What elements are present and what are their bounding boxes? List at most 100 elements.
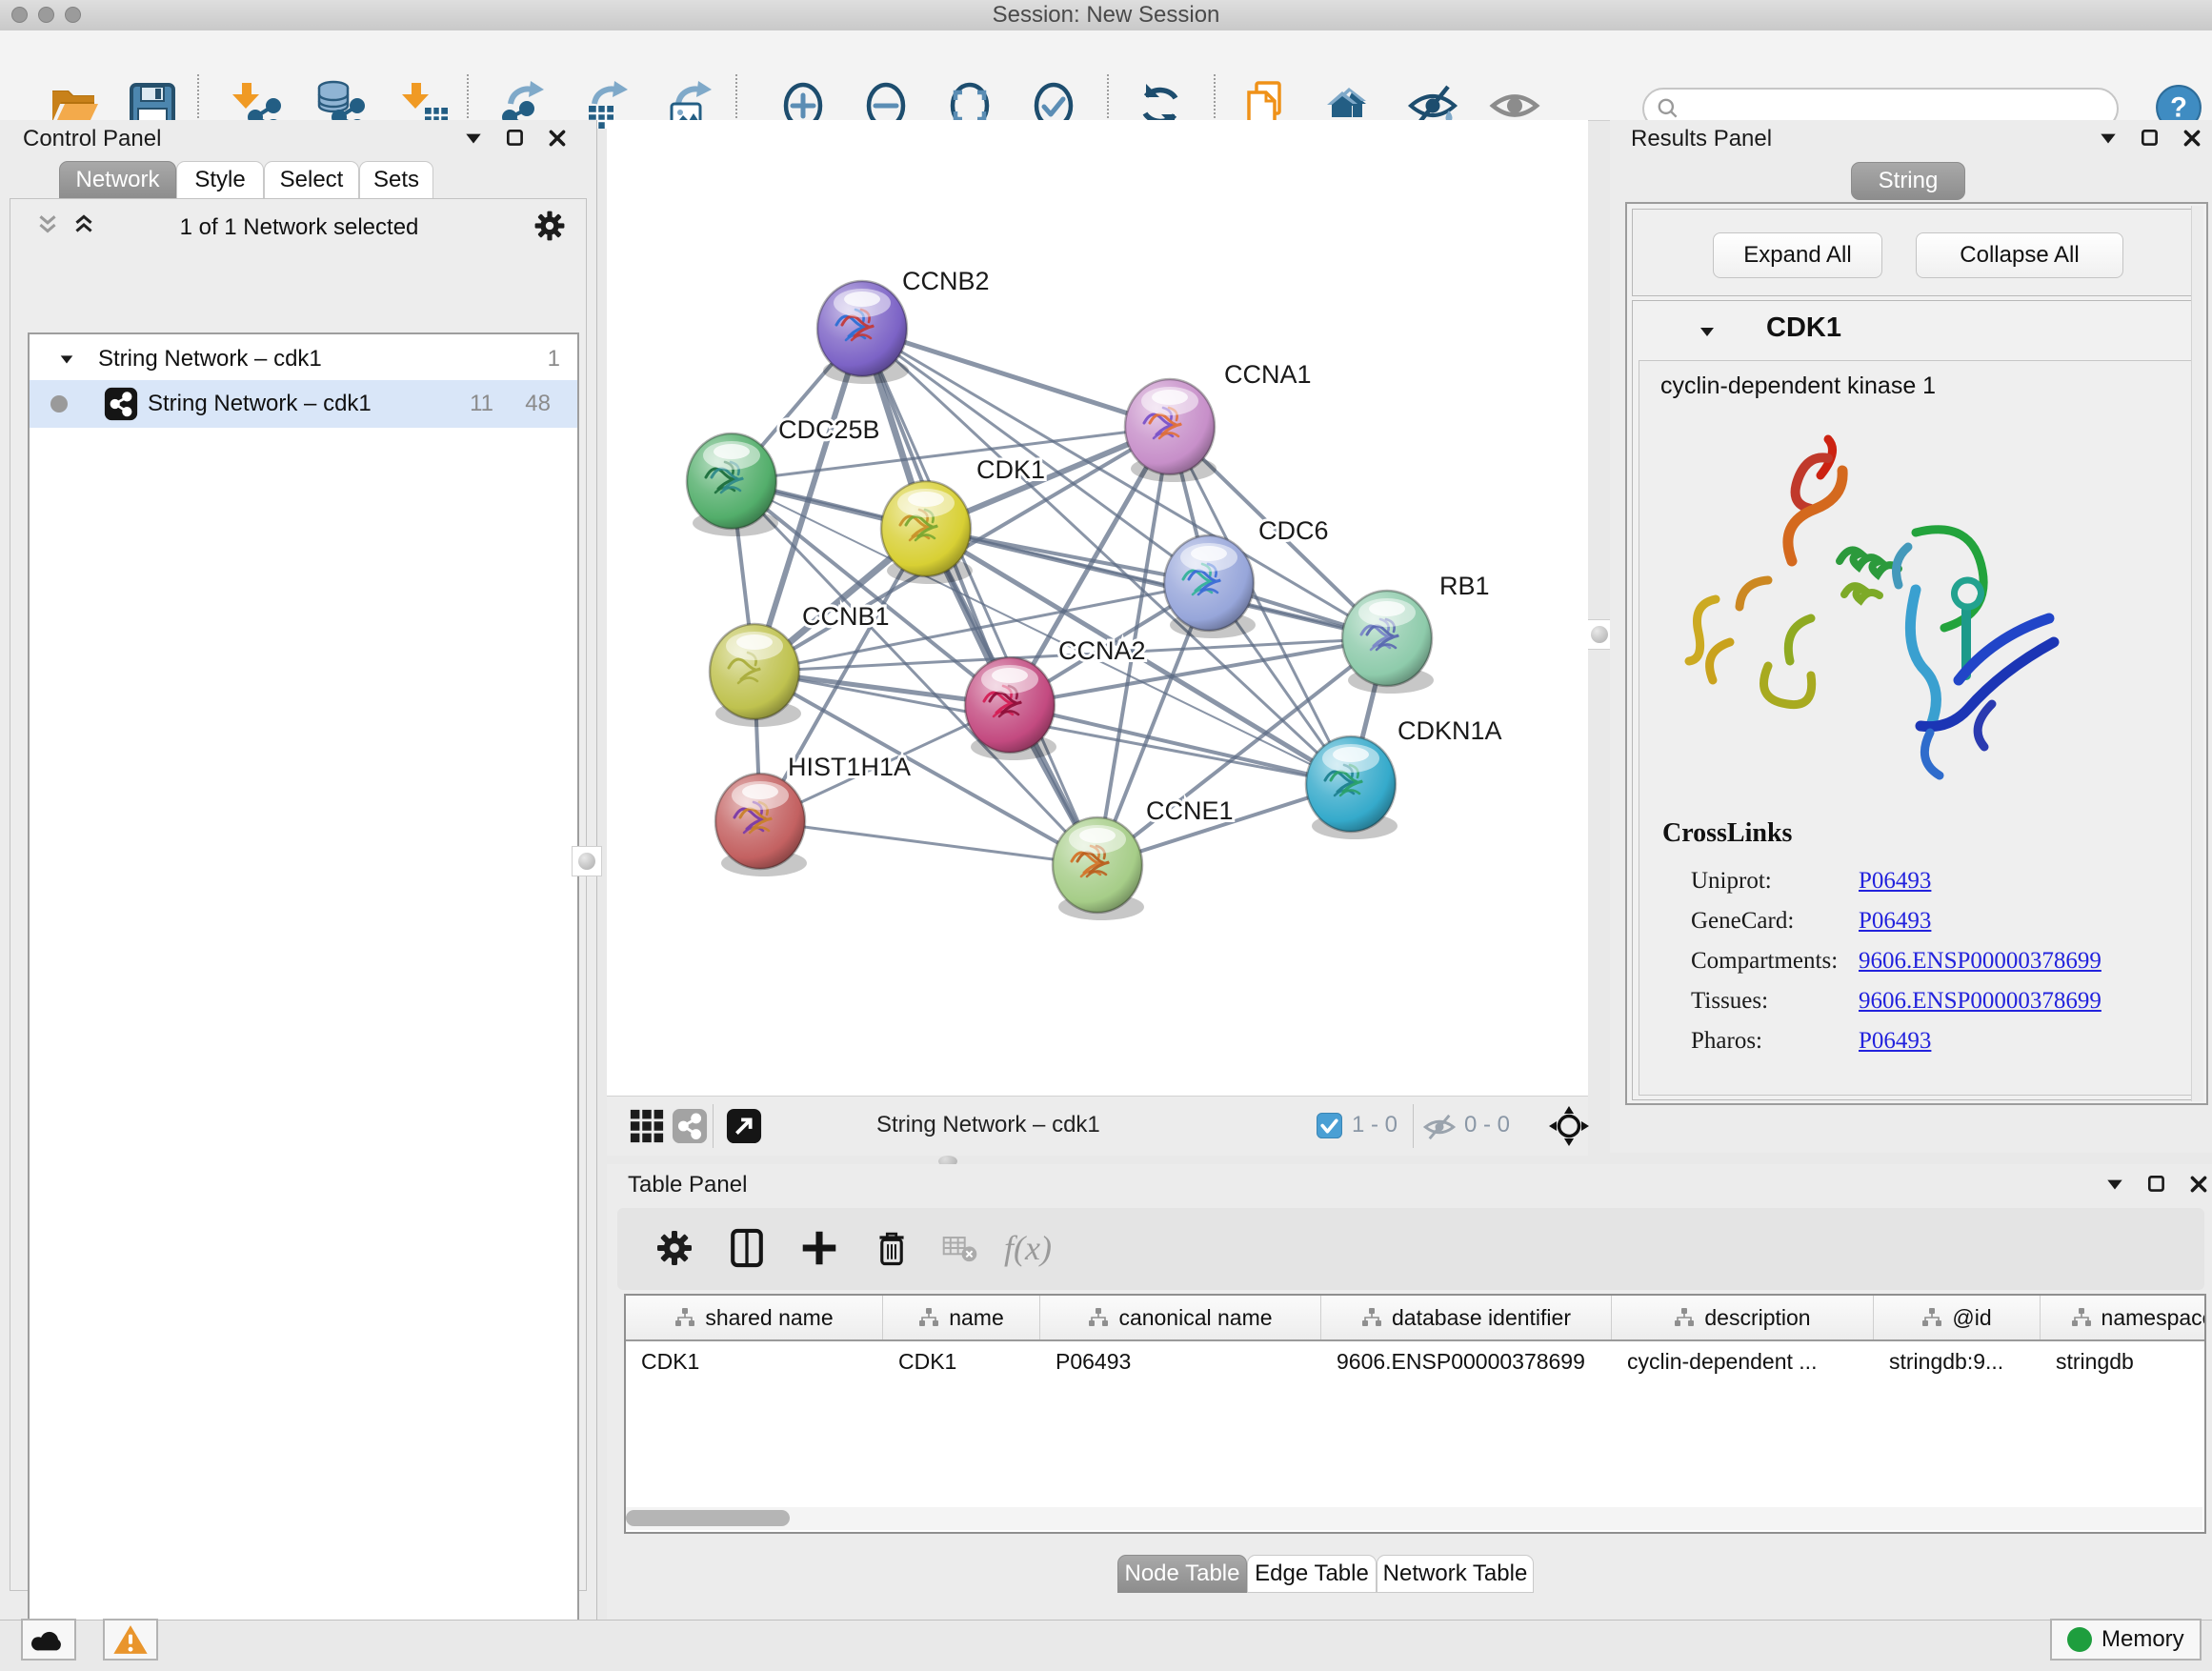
crosshair-icon[interactable] bbox=[1548, 1105, 1590, 1147]
panel-float-icon[interactable] bbox=[2140, 128, 2161, 149]
column-header-at-id[interactable]: @id bbox=[1874, 1296, 2041, 1339]
panel-close-icon[interactable] bbox=[547, 128, 568, 149]
network-view-canvas[interactable]: CCNB2CCNA1CDC25BCDK1CDC6RB1CCNB1CCNA2CDK… bbox=[607, 120, 1588, 1096]
node-label-RB1: RB1 bbox=[1439, 572, 1490, 600]
table-cell[interactable]: cyclin-dependent ... bbox=[1612, 1349, 1874, 1375]
crosslink-link[interactable]: P06493 bbox=[1859, 868, 1931, 895]
panel-menu-icon[interactable] bbox=[2098, 128, 2119, 149]
panel-menu-icon[interactable] bbox=[2104, 1174, 2125, 1195]
collapse-all-button[interactable]: Collapse All bbox=[1916, 232, 2123, 278]
column-header-database-identifier[interactable]: database identifier bbox=[1321, 1296, 1612, 1339]
hidden-eye-icon bbox=[1422, 1110, 1457, 1144]
node-label-CDC6: CDC6 bbox=[1258, 516, 1329, 545]
network-node-count: 11 bbox=[470, 391, 493, 417]
table-cell[interactable]: P06493 bbox=[1040, 1349, 1321, 1375]
tab-style[interactable]: Style bbox=[176, 161, 264, 199]
cloud-icon bbox=[30, 1625, 68, 1654]
tab-edge-table[interactable]: Edge Table bbox=[1247, 1555, 1377, 1593]
network-node-CCNB1[interactable] bbox=[710, 624, 801, 727]
crosslink-label: Tissues: bbox=[1691, 988, 1859, 1015]
column-header-canonical-name[interactable]: canonical name bbox=[1040, 1296, 1321, 1339]
network-node-HIST1H1A[interactable] bbox=[715, 774, 807, 876]
cloud-button[interactable] bbox=[21, 1619, 76, 1661]
memory-button[interactable]: Memory bbox=[2050, 1619, 2202, 1661]
network-collection-row[interactable]: String Network – cdk1 1 bbox=[30, 338, 577, 380]
table-cell[interactable]: CDK1 bbox=[626, 1349, 883, 1375]
crosslink-link[interactable]: 9606.ENSP00000378699 bbox=[1859, 988, 2101, 1015]
protein-structure-image bbox=[1678, 418, 2078, 799]
table-cell[interactable]: CDK1 bbox=[883, 1349, 1040, 1375]
table-cell[interactable]: stringdb bbox=[2041, 1349, 2206, 1375]
panel-close-icon[interactable] bbox=[2182, 128, 2202, 149]
network-selection-status: 1 of 1 Network selected bbox=[10, 214, 588, 241]
network-node-RB1[interactable] bbox=[1342, 591, 1434, 694]
expand-all-button[interactable]: Expand All bbox=[1713, 232, 1882, 278]
search-icon bbox=[1656, 96, 1680, 121]
column-header-description[interactable]: description bbox=[1612, 1296, 1874, 1339]
collapse-arrow-icon[interactable] bbox=[1698, 322, 1717, 341]
selected-node-edge-counts: 1 - 0 bbox=[1352, 1112, 1398, 1138]
svg-text:?: ? bbox=[2170, 92, 2187, 123]
table-row[interactable]: CDK1CDK1P064939606.ENSP00000378699cyclin… bbox=[626, 1341, 2206, 1381]
network-node-CCNB2[interactable] bbox=[817, 281, 909, 384]
table-toolbar: f(x) bbox=[617, 1208, 2204, 1290]
column-type-icon bbox=[1921, 1307, 1942, 1328]
crosslink-link[interactable]: 9606.ENSP00000378699 bbox=[1859, 948, 2101, 975]
selected-checkbox-icon[interactable] bbox=[1317, 1113, 1342, 1138]
memory-status-dot bbox=[2067, 1627, 2092, 1652]
string-badge-gray-icon[interactable] bbox=[672, 1108, 708, 1144]
node-table[interactable]: shared namenamecanonical namedatabase id… bbox=[624, 1294, 2206, 1534]
gear-icon[interactable] bbox=[533, 209, 567, 243]
add-column-icon[interactable] bbox=[793, 1221, 846, 1275]
panel-close-icon[interactable] bbox=[2188, 1174, 2209, 1195]
network-node-CDC6[interactable] bbox=[1164, 535, 1256, 638]
tab-sets[interactable]: Sets bbox=[359, 161, 433, 199]
left-splitter-handle[interactable] bbox=[572, 846, 602, 876]
column-header-shared-name[interactable]: shared name bbox=[626, 1296, 883, 1339]
network-node-CCNE1[interactable] bbox=[1053, 817, 1144, 920]
node-label-CCNA1: CCNA1 bbox=[1224, 360, 1312, 389]
delete-column-icon[interactable] bbox=[865, 1221, 918, 1275]
string-network-badge-icon bbox=[104, 387, 138, 421]
column-header-namespace[interactable]: namespace bbox=[2041, 1296, 2206, 1339]
network-row-selected[interactable]: String Network – cdk1 11 48 bbox=[30, 380, 577, 428]
tab-network[interactable]: Network bbox=[59, 161, 176, 199]
node-label-HIST1H1A: HIST1H1A bbox=[788, 753, 911, 781]
search-input[interactable] bbox=[1680, 95, 2094, 122]
collapse-arrow-icon[interactable] bbox=[58, 351, 75, 368]
gear-icon[interactable] bbox=[648, 1221, 701, 1275]
tab-select[interactable]: Select bbox=[264, 161, 359, 199]
node-details: cyclin-dependent kinase 1 bbox=[1639, 360, 2195, 1096]
network-node-CCNA2[interactable] bbox=[965, 657, 1056, 760]
network-status-dot bbox=[50, 395, 68, 413]
table-cell[interactable]: stringdb:9... bbox=[1874, 1349, 2041, 1375]
table-cell[interactable]: 9606.ENSP00000378699 bbox=[1321, 1349, 1612, 1375]
warnings-button[interactable] bbox=[103, 1619, 158, 1661]
open-in-window-icon[interactable] bbox=[726, 1108, 762, 1144]
tab-network-table[interactable]: Network Table bbox=[1377, 1555, 1534, 1593]
network-node-CDKN1A[interactable] bbox=[1306, 736, 1398, 839]
crosslink-row: GeneCard:P06493 bbox=[1691, 908, 2173, 935]
network-node-CDC25B[interactable] bbox=[687, 433, 778, 536]
network-label: String Network – cdk1 bbox=[148, 391, 372, 417]
panel-menu-icon[interactable] bbox=[463, 128, 484, 149]
panel-float-icon[interactable] bbox=[2146, 1174, 2167, 1195]
network-node-CCNA1[interactable] bbox=[1125, 379, 1217, 482]
tab-node-table[interactable]: Node Table bbox=[1117, 1555, 1247, 1593]
status-bar: Memory bbox=[0, 1620, 2212, 1671]
results-scrollbar[interactable] bbox=[2191, 206, 2203, 1101]
column-header-name[interactable]: name bbox=[883, 1296, 1040, 1339]
current-network-name: String Network – cdk1 bbox=[876, 1112, 1100, 1138]
tab-string[interactable]: String bbox=[1851, 162, 1965, 200]
crosslink-link[interactable]: P06493 bbox=[1859, 908, 1931, 935]
crosslink-row: Tissues:9606.ENSP00000378699 bbox=[1691, 988, 2173, 1015]
panel-float-icon[interactable] bbox=[505, 128, 526, 149]
network-manager: 1 of 1 Network selected String Network –… bbox=[10, 198, 587, 1591]
network-node-CDK1[interactable] bbox=[881, 481, 973, 584]
control-panel-title: Control Panel bbox=[23, 126, 161, 152]
birds-eye-grid-icon[interactable] bbox=[629, 1108, 665, 1144]
node-label-CDKN1A: CDKN1A bbox=[1398, 716, 1502, 745]
select-columns-icon[interactable] bbox=[720, 1221, 774, 1275]
table-horizontal-scrollbar[interactable] bbox=[626, 1507, 2202, 1530]
crosslink-link[interactable]: P06493 bbox=[1859, 1028, 1931, 1055]
